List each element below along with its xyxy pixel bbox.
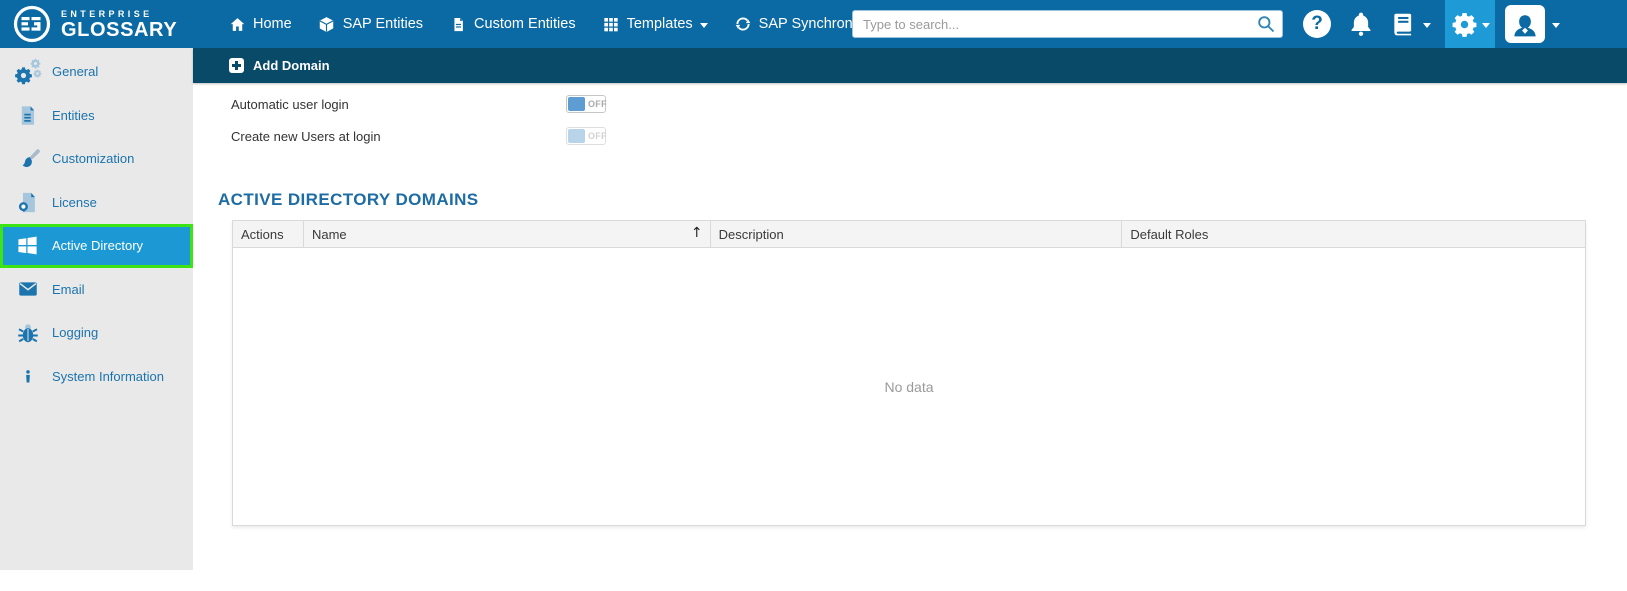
chevron-down-icon	[1423, 22, 1431, 28]
empty-state-text: No data	[884, 379, 934, 395]
sidebar-item-label: Entities	[52, 107, 95, 123]
brand-line2: GLOSSARY	[61, 18, 178, 41]
info-icon	[14, 363, 41, 390]
nav-home[interactable]: Home	[228, 15, 292, 33]
table-body: No data	[233, 248, 1585, 526]
active-directory-domains-table: Actions Name ↑ Description Default Roles…	[232, 220, 1586, 526]
book-icon	[1394, 13, 1412, 36]
nav-label: SAP Entities	[342, 16, 424, 32]
nav-label: Home	[253, 16, 292, 32]
sidebar-item-label: License	[52, 194, 97, 210]
license-icon	[14, 189, 41, 216]
toggle-state-label: OFF	[588, 131, 607, 141]
sync-icon	[734, 15, 752, 33]
table-header-row: Actions Name ↑ Description Default Roles	[233, 221, 1585, 248]
envelope-icon	[14, 276, 41, 303]
nav-label: Custom Entities	[474, 16, 576, 32]
sidebar-item-system-information[interactable]: System Information	[0, 355, 193, 399]
nav-label: Templates	[626, 16, 693, 32]
journal-menu-button[interactable]	[1390, 11, 1431, 37]
main-navigation: Home SAP Entities Custom Entities Templa…	[228, 0, 936, 48]
enterprise-glossary-logo-icon	[13, 5, 51, 43]
home-icon	[228, 15, 246, 33]
search-input[interactable]	[852, 10, 1283, 38]
sidebar-item-label: General	[52, 64, 99, 80]
active-directory-settings-page: Add Domain Automatic user login OFF Crea…	[193, 48, 1627, 591]
sidebar-item-label: Customization	[52, 151, 135, 167]
chevron-down-icon	[1552, 22, 1560, 28]
create-new-users-toggle-disabled: OFF	[566, 127, 607, 145]
toggle-state-label: OFF	[588, 99, 607, 109]
column-header-description[interactable]: Description	[711, 221, 1123, 247]
file-icon	[449, 15, 467, 33]
gears-icon	[14, 58, 42, 85]
cube-icon	[318, 15, 336, 33]
toggle-knob	[568, 129, 585, 143]
sidebar-item-label: Logging	[52, 325, 99, 341]
bug-icon	[14, 319, 41, 346]
sidebar-item-entities[interactable]: Entities	[0, 94, 193, 138]
brand-text: ENTERPRISE GLOSSARY	[61, 9, 177, 40]
column-header-default-roles[interactable]: Default Roles	[1122, 221, 1585, 247]
top-navigation-bar: ENTERPRISE GLOSSARY Home SAP Entities Cu…	[0, 0, 1627, 48]
document-icon	[14, 102, 41, 129]
user-menu-button[interactable]	[1505, 5, 1560, 43]
column-header-name[interactable]: Name ↑	[304, 221, 711, 247]
brand-line1: ENTERPRISE	[61, 8, 153, 19]
column-header-label: Name	[311, 226, 347, 242]
avatar	[1505, 5, 1545, 43]
sidebar-item-label: System Information	[52, 368, 164, 384]
sidebar-item-general[interactable]: General	[0, 50, 193, 94]
topbar-icon-cluster: ?	[1303, 0, 1560, 48]
user-icon	[1514, 15, 1536, 37]
notifications-button[interactable]	[1348, 10, 1374, 38]
windows-icon	[14, 232, 41, 259]
add-domain-label: Add Domain	[253, 58, 330, 73]
sidebar-item-active-directory[interactable]: Active Directory	[0, 224, 193, 268]
page-title: ACTIVE DIRECTORY DOMAINS	[218, 190, 479, 209]
sidebar-item-logging[interactable]: Logging	[0, 311, 193, 355]
grid-icon	[602, 15, 620, 33]
settings-sidebar: General Entities Customization License A…	[0, 48, 193, 570]
plus-icon	[229, 58, 244, 73]
help-button[interactable]: ?	[1303, 10, 1331, 38]
nav-templates[interactable]: Templates	[602, 15, 708, 33]
paintbrush-icon	[14, 145, 41, 172]
sidebar-item-label: Active Directory	[52, 238, 144, 254]
setting-row-create-new-users: Create new Users at login OFF	[231, 127, 607, 145]
help-icon: ?	[1311, 13, 1323, 34]
nav-sap-entities[interactable]: SAP Entities	[318, 15, 423, 33]
setting-label: Automatic user login	[231, 96, 349, 112]
search-icon[interactable]	[1256, 14, 1276, 34]
automatic-user-login-toggle[interactable]: OFF	[566, 95, 607, 113]
bell-icon	[1351, 12, 1371, 36]
chevron-down-icon	[699, 22, 708, 28]
sidebar-item-label: Email	[52, 281, 85, 297]
nav-custom-entities[interactable]: Custom Entities	[449, 15, 576, 33]
sidebar-item-customization[interactable]: Customization	[0, 137, 193, 181]
add-domain-button[interactable]: Add Domain	[193, 48, 1627, 83]
sort-ascending-icon[interactable]: ↑	[691, 225, 703, 241]
setting-row-automatic-user-login: Automatic user login OFF	[231, 95, 607, 113]
setting-label: Create new Users at login	[231, 128, 381, 144]
sidebar-item-email[interactable]: Email	[0, 268, 193, 312]
gear-icon	[1452, 12, 1476, 37]
chevron-down-icon	[1481, 22, 1490, 28]
sidebar-item-license[interactable]: License	[0, 181, 193, 225]
settings-menu-button-active[interactable]	[1445, 0, 1495, 48]
column-header-actions: Actions	[233, 221, 304, 247]
global-search	[852, 10, 1283, 38]
toggle-knob	[568, 97, 585, 111]
app-logo[interactable]: ENTERPRISE GLOSSARY	[12, 4, 177, 44]
